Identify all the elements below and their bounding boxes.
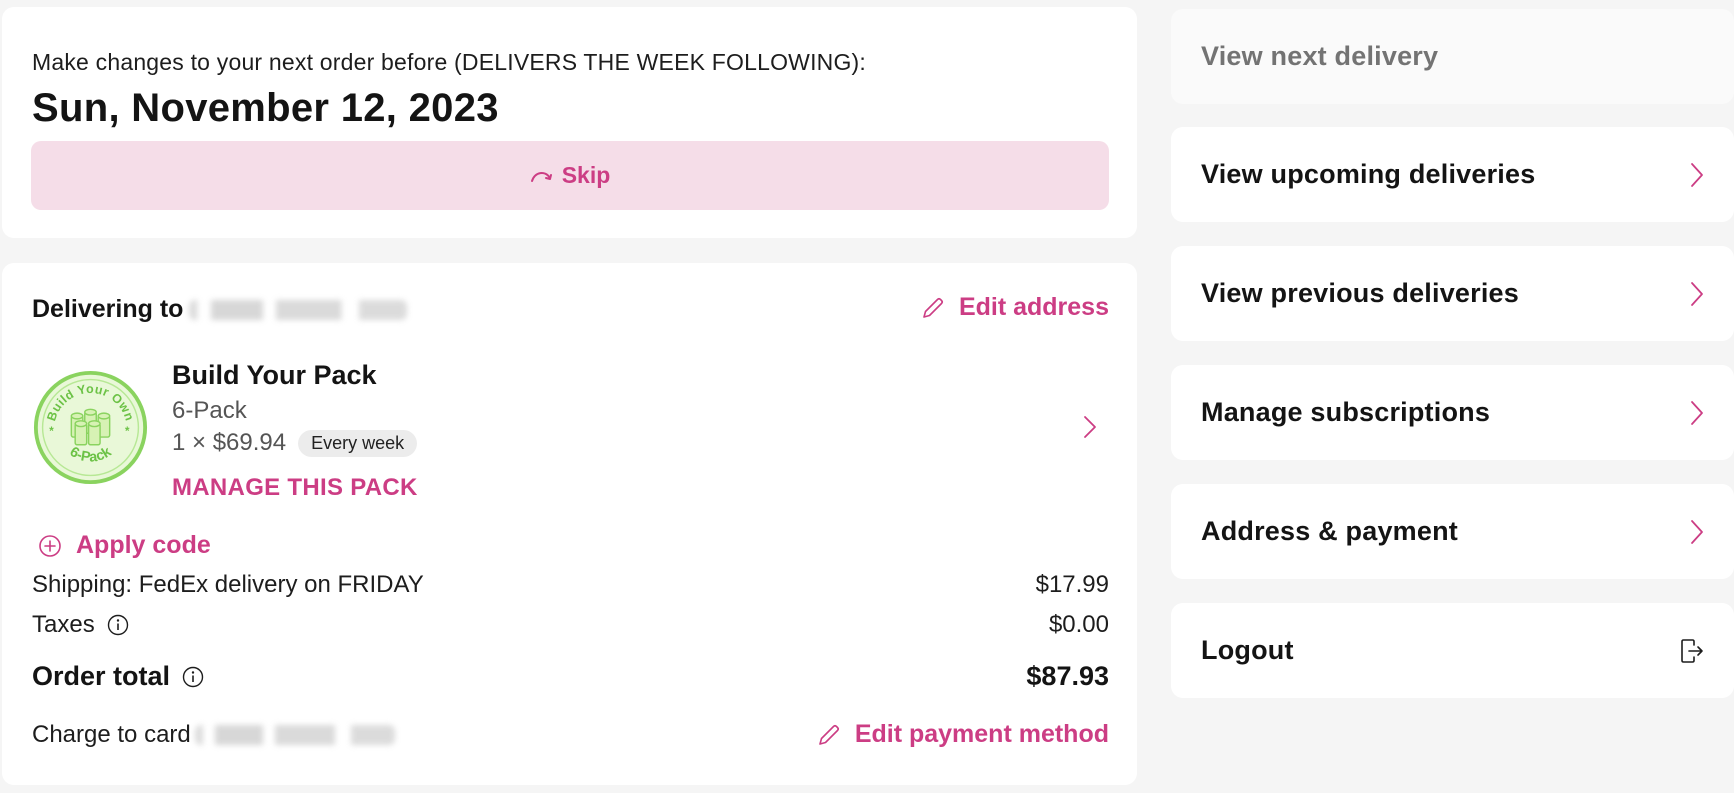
info-icon[interactable] [182,666,204,688]
account-page: Make changes to your next order before (… [0,0,1734,793]
charge-to-card-label: Charge to card [32,720,191,748]
order-total-value: $87.93 [1026,661,1109,691]
shipping-value: $17.99 [1035,571,1109,598]
nav-label: View upcoming deliveries [1201,159,1536,189]
nav-label: Address & payment [1201,516,1458,546]
pencil-icon [819,724,839,745]
nav-label: Logout [1201,635,1294,665]
nav-view-previous-deliveries[interactable]: View previous deliveries [1171,246,1734,341]
chevron-right-icon [1691,400,1703,425]
chevron-right-icon [1691,281,1703,306]
pencil-icon [923,297,943,318]
chevron-right-icon[interactable] [1083,415,1097,439]
nav-label: Manage subscriptions [1201,397,1491,427]
pack-title: Build Your Pack [172,360,377,390]
delivering-to-label: Delivering to [32,295,184,323]
nav-manage-subscriptions[interactable]: Manage subscriptions [1171,365,1734,460]
pack-variant: 6-Pack [172,397,247,424]
skip-label: Skip [561,162,611,188]
nav-view-upcoming-deliveries[interactable]: View upcoming deliveries [1171,127,1734,222]
info-icon[interactable] [107,614,129,636]
skip-button[interactable]: Skip [31,141,1109,210]
payment-row: Charge to card Edit payment method [32,720,1109,749]
order-summary-card: Delivering to Edit address Build Your Ow… [2,263,1137,785]
apply-code-label: Apply code [76,531,211,559]
svg-text:*: * [125,426,130,438]
svg-text:*: * [49,426,54,438]
edit-address-label: Edit address [958,293,1109,321]
apply-code-link[interactable]: Apply code [38,531,211,560]
manage-pack-link[interactable]: MANAGE THIS PACK [172,474,418,502]
shipping-row: Shipping: FedEx delivery on FRIDAY $17.9… [32,571,1109,599]
deadline-intro-text: Make changes to your next order before (… [32,49,867,75]
shipping-label: Shipping: FedEx delivery on FRIDAY [32,571,424,598]
taxes-label: Taxes [32,611,95,638]
nav-label: View next delivery [1201,41,1439,71]
skip-arrow-icon [530,171,552,182]
order-total-row: Order total $87.93 [32,661,1109,692]
chevron-right-icon [1691,519,1703,544]
edit-address-link[interactable]: Edit address [921,293,1109,322]
frequency-badge: Every week [298,429,418,457]
pack-price: 1 × $69.94 [172,429,287,456]
nav-view-next-delivery[interactable]: View next delivery [1171,9,1734,104]
nav-address-and-payment[interactable]: Address & payment [1171,484,1734,579]
edit-payment-method-link[interactable]: Edit payment method [817,720,1109,749]
deadline-date: Sun, November 12, 2023 [32,86,499,130]
plus-circle-icon [39,534,61,557]
nav-logout[interactable]: Logout [1171,603,1734,698]
redacted-address [189,299,408,320]
pack-price-row: 1 × $69.94 Every week [172,429,418,457]
logout-icon [1681,638,1703,663]
build-your-own-6-pack-logo: Build Your Own 6-Pack * * [33,370,148,485]
nav-label: View previous deliveries [1201,278,1519,308]
redacted-card [194,724,395,745]
chevron-right-icon [1691,162,1703,187]
taxes-row: Taxes $0.00 [32,611,1109,639]
edit-payment-label: Edit payment method [854,720,1109,748]
taxes-value: $0.00 [1048,611,1109,638]
delivering-to: Delivering to [32,295,408,324]
order-total-label: Order total [32,661,171,691]
next-order-deadline-card: Make changes to your next order before (… [2,7,1137,238]
